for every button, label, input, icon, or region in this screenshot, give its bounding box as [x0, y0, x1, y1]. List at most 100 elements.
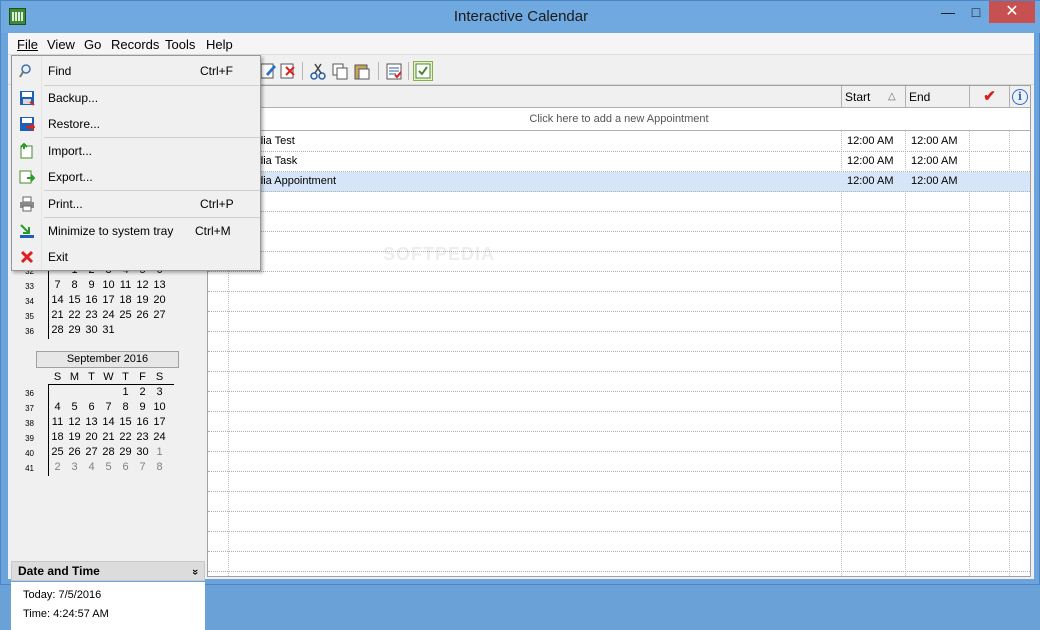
copy-icon[interactable]	[330, 61, 350, 81]
calendar-day[interactable]: 25	[117, 309, 134, 324]
calendar-day[interactable]: 10	[151, 401, 168, 416]
column-subject[interactable]	[208, 86, 842, 108]
calendar-day[interactable]: 19	[134, 294, 151, 309]
menu-item-import[interactable]: Import...	[12, 138, 260, 164]
calendar-day[interactable]: 19	[66, 431, 83, 446]
menu-file[interactable]: File	[17, 37, 38, 52]
calendar-day[interactable]: 9	[83, 279, 100, 294]
table-row[interactable]	[208, 432, 1030, 452]
calendar-day[interactable]: 15	[117, 416, 134, 431]
calendar-day[interactable]: 13	[151, 279, 168, 294]
calendar-day[interactable]: 29	[66, 324, 83, 339]
calendar-day[interactable]: 17	[151, 416, 168, 431]
calendar-day[interactable]: 3	[66, 461, 83, 476]
calendar-day[interactable]: 16	[134, 416, 151, 431]
calendar-day[interactable]: 26	[66, 446, 83, 461]
calendar-day[interactable]: 7	[100, 401, 117, 416]
calendar-day[interactable]: 20	[83, 431, 100, 446]
minimize-button[interactable]: —	[935, 1, 961, 23]
calendar-day[interactable]: 27	[83, 446, 100, 461]
add-appointment-row[interactable]: Click here to add a new Appointment	[208, 109, 1030, 131]
calendar-day[interactable]: 24	[151, 431, 168, 446]
info-icon[interactable]: i	[1012, 89, 1028, 105]
table-row[interactable]	[208, 312, 1030, 332]
table-row[interactable]: edia Task 12:00 AM 12:00 AM	[208, 152, 1030, 172]
calendar-day[interactable]: 21	[49, 309, 66, 324]
table-row[interactable]	[208, 292, 1030, 312]
calendar-day[interactable]: 31	[100, 324, 117, 339]
calendar-day[interactable]: 11	[117, 279, 134, 294]
delete-record-icon[interactable]	[278, 61, 298, 81]
calendar-day[interactable]: 12	[134, 279, 151, 294]
table-row[interactable]	[208, 412, 1030, 432]
calendar-day[interactable]: 20	[151, 294, 168, 309]
column-info[interactable]: i	[1010, 86, 1030, 108]
table-row[interactable]	[208, 352, 1030, 372]
calendar-day[interactable]: 11	[49, 416, 66, 431]
calendar-day[interactable]: 22	[66, 309, 83, 324]
calendar-day[interactable]: 4	[49, 401, 66, 416]
cut-icon[interactable]	[308, 61, 328, 81]
title-bar[interactable]: Interactive Calendar — □ ✕	[1, 1, 1040, 33]
menu-records[interactable]: Records	[111, 37, 159, 52]
calendar-day[interactable]: 6	[83, 401, 100, 416]
calendar-day[interactable]: 28	[49, 324, 66, 339]
table-row[interactable]	[208, 192, 1030, 212]
edit-icon[interactable]	[258, 61, 278, 81]
calendar-day[interactable]: 23	[83, 309, 100, 324]
table-row[interactable]	[208, 252, 1030, 272]
calendar-day[interactable]: 8	[66, 279, 83, 294]
table-row[interactable]	[208, 512, 1030, 532]
calendar-check-icon[interactable]	[413, 61, 433, 81]
menu-tools[interactable]: Tools	[165, 37, 195, 52]
calendar-day[interactable]: 21	[100, 431, 117, 446]
table-row[interactable]	[208, 372, 1030, 392]
menu-help[interactable]: Help	[206, 37, 233, 52]
calendar-day[interactable]: 1	[117, 386, 134, 401]
calendar-day[interactable]: 22	[117, 431, 134, 446]
menu-item-exit[interactable]: Exit	[12, 244, 260, 270]
column-start[interactable]: Start △	[842, 86, 906, 108]
calendar-day[interactable]: 30	[83, 324, 100, 339]
calendar-day[interactable]: 13	[83, 416, 100, 431]
menu-item-backup[interactable]: Backup...	[12, 85, 260, 111]
table-row[interactable]	[208, 392, 1030, 412]
menu-view[interactable]: View	[47, 37, 75, 52]
calendar-day[interactable]: 29	[117, 446, 134, 461]
calendar-day[interactable]: 2	[49, 461, 66, 476]
calendar-day[interactable]: 24	[100, 309, 117, 324]
completed-check-icon[interactable]: ✔	[970, 86, 1010, 108]
menu-item-restore[interactable]: Restore...	[12, 111, 260, 137]
calendar-day[interactable]: 30	[134, 446, 151, 461]
table-row[interactable]: edia Appointment 12:00 AM 12:00 AM	[208, 172, 1030, 192]
calendar-day[interactable]: 5	[66, 401, 83, 416]
maximize-button[interactable]: □	[963, 1, 989, 23]
calendar-day[interactable]: 23	[134, 431, 151, 446]
table-row[interactable]: edia Test 12:00 AM 12:00 AM	[208, 132, 1030, 152]
calendar-day[interactable]: 7	[49, 279, 66, 294]
table-row[interactable]	[208, 452, 1030, 472]
calendar-day[interactable]: 9	[134, 401, 151, 416]
calendar-day[interactable]: 7	[134, 461, 151, 476]
calendar-day[interactable]: 15	[66, 294, 83, 309]
collapse-chevron-icon[interactable]: »	[186, 569, 204, 575]
month-header[interactable]: September 2016	[36, 351, 179, 368]
date-time-header[interactable]: Date and Time »	[11, 561, 205, 581]
calendar-day[interactable]: 1	[151, 446, 168, 461]
calendar-day[interactable]: 2	[134, 386, 151, 401]
calendar-day[interactable]: 10	[100, 279, 117, 294]
calendar-day[interactable]: 14	[49, 294, 66, 309]
calendar-day[interactable]: 25	[49, 446, 66, 461]
table-row[interactable]	[208, 272, 1030, 292]
calendar-day[interactable]: 26	[134, 309, 151, 324]
table-row[interactable]	[208, 332, 1030, 352]
menu-go[interactable]: Go	[84, 37, 101, 52]
menu-item-export[interactable]: Export...	[12, 164, 260, 190]
calendar-day[interactable]: 5	[100, 461, 117, 476]
table-row[interactable]	[208, 232, 1030, 252]
menu-item-minimize-tray[interactable]: Minimize to system tray Ctrl+M	[12, 218, 260, 244]
calendar-day[interactable]: 3	[151, 386, 168, 401]
calendar-day[interactable]: 18	[117, 294, 134, 309]
calendar-day[interactable]: 6	[117, 461, 134, 476]
calendar-day[interactable]: 28	[100, 446, 117, 461]
